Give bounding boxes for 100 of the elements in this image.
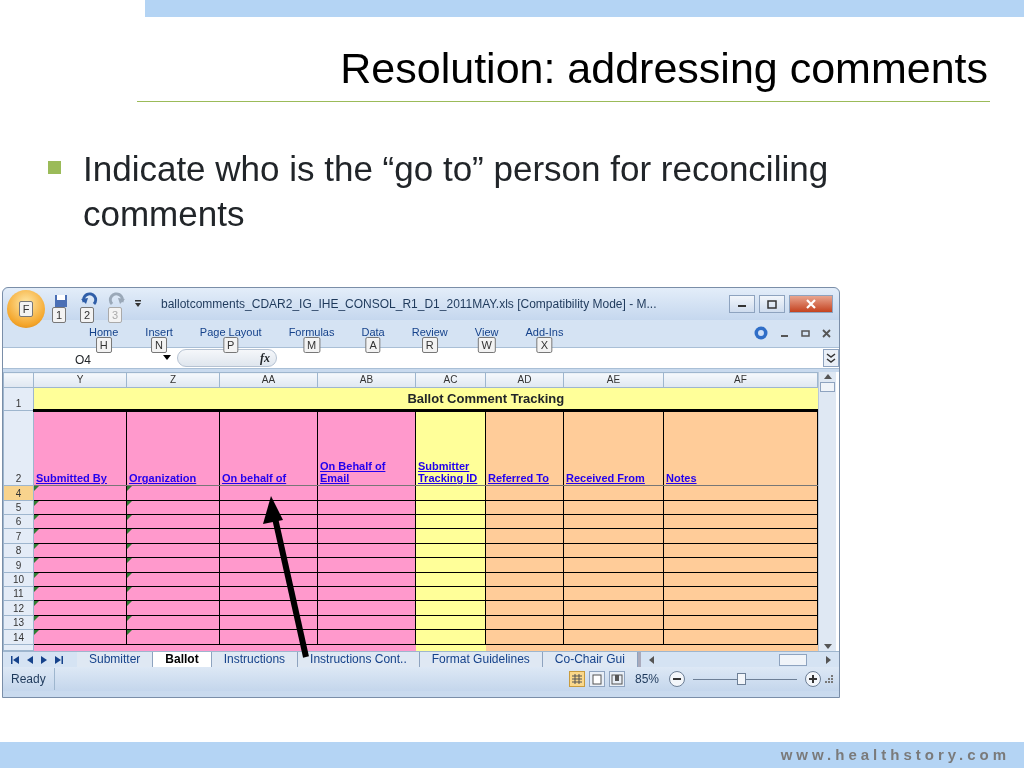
scroll-right-icon[interactable]: [825, 654, 833, 665]
ribbon-tab[interactable]: View: [474, 326, 499, 339]
keytip: 3: [108, 307, 123, 323]
keytip: P: [223, 337, 239, 353]
error-indicator-icon: [34, 558, 39, 564]
column-header[interactable]: Y: [33, 372, 127, 388]
column-title: On behalf of: [219, 410, 318, 486]
column-header[interactable]: AA: [219, 372, 318, 388]
ribbon-tab[interactable]: Review: [411, 326, 448, 339]
column-header[interactable]: AD: [485, 372, 564, 388]
column-title: Referred To: [485, 410, 564, 486]
column-title: Received From: [563, 410, 664, 486]
sheet-tab[interactable]: Instructions Cont..: [298, 652, 420, 667]
save-icon[interactable]: [52, 292, 70, 310]
next-sheet-icon[interactable]: [41, 655, 47, 664]
sheet-tab[interactable]: Ballot: [153, 652, 212, 667]
last-sheet-icon[interactable]: [55, 655, 63, 664]
grid-icon: [570, 673, 583, 685]
dropdown-icon[interactable]: [163, 355, 171, 361]
page-break-icon: [610, 673, 623, 685]
expand-icon[interactable]: [823, 349, 839, 367]
slider-thumb[interactable]: [736, 673, 746, 685]
keytip: X: [536, 337, 553, 353]
scroll-thumb[interactable]: [779, 653, 807, 666]
window-title: ballotcomments_CDAR2_IG_IHE_CONSOL_R1_D1_2011MAY.xls [Compatibility Mode] - M...: [161, 296, 658, 313]
maximize-button[interactable]: [759, 295, 785, 313]
keytip: W: [477, 337, 496, 353]
keytip: 2: [80, 307, 95, 323]
office-button[interactable]: F: [7, 290, 45, 328]
plus-icon: [809, 675, 817, 683]
error-indicator-icon: [34, 515, 39, 521]
zoom-in-button[interactable]: [805, 671, 821, 687]
keytip: A: [365, 337, 381, 353]
error-indicator-icon: [127, 558, 132, 564]
keytip: R: [421, 337, 438, 353]
error-indicator-icon: [127, 500, 132, 506]
error-indicator-icon: [127, 615, 132, 621]
keytip: F: [18, 301, 34, 317]
column-title: Submitted By: [33, 410, 127, 486]
ribbon-tab[interactable]: Page Layout: [199, 326, 262, 339]
scroll-up-icon[interactable]: [822, 372, 833, 380]
close-button[interactable]: [789, 295, 833, 313]
column-header[interactable]: AE: [563, 372, 664, 388]
error-indicator-icon: [127, 630, 132, 636]
sheet-tab[interactable]: Instructions: [211, 652, 299, 667]
error-indicator-icon: [127, 486, 132, 492]
ribbon-tab[interactable]: Insert: [145, 326, 173, 339]
row-header[interactable]: 1: [3, 387, 34, 411]
first-sheet-icon[interactable]: [11, 655, 19, 664]
restore-icon[interactable]: [801, 328, 810, 338]
page-icon: [590, 673, 603, 685]
zoom-out-button[interactable]: [669, 671, 685, 687]
previous-sheet-icon[interactable]: [27, 655, 33, 664]
zoom-level: 85%: [634, 671, 659, 688]
error-indicator-icon: [34, 572, 39, 578]
column-title: On Behalf of Email: [317, 410, 416, 486]
minimize-button[interactable]: [729, 295, 755, 313]
error-indicator-icon: [34, 615, 39, 621]
help-icon[interactable]: [754, 326, 768, 340]
keytip: M: [303, 337, 321, 353]
sheet-tab[interactable]: Format Guidelines: [419, 652, 543, 667]
error-indicator-icon: [127, 601, 132, 607]
status-text: Ready: [3, 668, 55, 690]
error-indicator-icon: [34, 486, 39, 492]
ribbon-tab[interactable]: Add-Ins: [525, 326, 564, 339]
error-indicator-icon: [34, 630, 39, 636]
ribbon-tab[interactable]: Home: [89, 326, 119, 339]
error-indicator-icon: [127, 543, 132, 549]
error-indicator-icon: [127, 587, 132, 593]
error-indicator-icon: [34, 500, 39, 506]
maximize-icon: [767, 299, 777, 309]
column-header[interactable]: Z: [126, 372, 220, 388]
close-icon[interactable]: [822, 328, 831, 338]
error-indicator-icon: [127, 529, 132, 535]
bullet-text: Indicate who is the “go to” person for reconciling comments: [83, 148, 830, 235]
error-indicator-icon: [34, 543, 39, 549]
vertical-scrollbar[interactable]: [818, 372, 836, 651]
column-title: Submitter Tracking ID: [415, 410, 486, 486]
sheet-tab[interactable]: Co-Chair Gui: [542, 652, 638, 667]
column-header[interactable]: AB: [317, 372, 416, 388]
error-indicator-icon: [127, 515, 132, 521]
normal-view-button[interactable]: [568, 671, 585, 687]
keytip: 1: [52, 307, 67, 323]
close-icon: [806, 299, 816, 309]
insert-function-button[interactable]: fx: [177, 349, 277, 367]
ribbon-tab[interactable]: Formulas: [288, 326, 335, 339]
slide-title: Resolution: addressing comments: [339, 43, 989, 94]
keytip: H: [95, 337, 112, 353]
customize-dropdown-icon[interactable]: [133, 299, 143, 309]
footer-url: www.healthstory.com: [780, 744, 1010, 765]
resize-grip-icon[interactable]: [825, 675, 833, 683]
scroll-thumb[interactable]: [820, 382, 835, 392]
column-header[interactable]: AC: [415, 372, 486, 388]
error-indicator-icon: [34, 587, 39, 593]
ribbon-tab[interactable]: Data: [361, 326, 385, 339]
sheet-tab[interactable]: Submitter: [77, 652, 154, 667]
page-break-view-button[interactable]: [608, 671, 625, 687]
column-header[interactable]: AF: [663, 372, 818, 388]
bullet-icon: [48, 161, 61, 174]
row-header[interactable]: 2: [3, 410, 34, 486]
